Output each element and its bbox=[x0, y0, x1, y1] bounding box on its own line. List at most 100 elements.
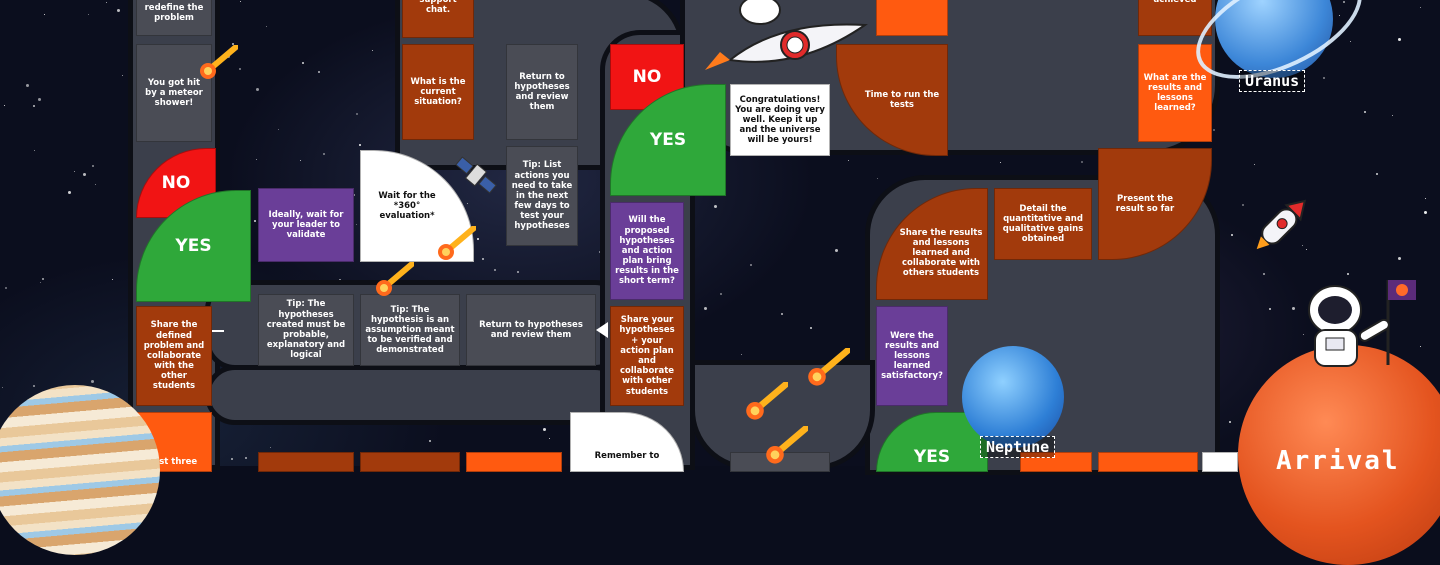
cell-share-hypotheses: Share your hypotheses + your action plan… bbox=[610, 306, 684, 406]
star bbox=[810, 327, 812, 329]
meteor-icon bbox=[376, 262, 414, 296]
meteor-icon bbox=[438, 226, 476, 260]
star bbox=[117, 9, 120, 12]
star bbox=[1398, 38, 1401, 41]
jupiter-planet-icon bbox=[0, 385, 160, 555]
cell-bottom-6 bbox=[1098, 452, 1198, 472]
cell-tip-probable: Tip: The hypotheses created must be prob… bbox=[258, 294, 354, 366]
star bbox=[106, 2, 107, 3]
cell-text: Present the result so far bbox=[1115, 193, 1175, 214]
arrival-label: Arrival bbox=[1276, 446, 1400, 476]
star bbox=[245, 457, 247, 459]
cell-text: Congratulations! You are doing very well… bbox=[735, 94, 825, 146]
star bbox=[239, 68, 241, 70]
cell-text: What are the results and lessons learned… bbox=[1143, 72, 1207, 114]
cell-text: You got hit by a meteor shower! bbox=[145, 77, 203, 109]
star bbox=[1213, 129, 1215, 131]
star bbox=[1263, 273, 1265, 275]
track-bottom-row bbox=[205, 365, 625, 425]
cell-orange-top bbox=[876, 0, 948, 36]
star bbox=[1420, 346, 1421, 347]
cell-text: achieved bbox=[1153, 0, 1197, 5]
cell-text: Will the proposed hypotheses and action … bbox=[615, 215, 679, 287]
cell-share-defined: Share the defined problem and collaborat… bbox=[136, 306, 212, 406]
cell-tip-assumption: Tip: The hypothesis is an assumption mea… bbox=[360, 294, 460, 366]
star bbox=[38, 98, 41, 101]
star bbox=[477, 238, 479, 240]
cell-text: YES bbox=[913, 446, 951, 467]
star bbox=[112, 279, 113, 280]
star bbox=[33, 105, 35, 107]
cell-bottom-3 bbox=[466, 452, 562, 472]
star bbox=[356, 113, 358, 115]
meteor-icon bbox=[746, 382, 788, 420]
cell-text: Detail the quantitative and qualitative … bbox=[1002, 203, 1084, 245]
cell-text: Return to hypotheses and review them bbox=[514, 71, 570, 113]
cell-detail-gains: Detail the quantitative and qualitative … bbox=[994, 188, 1092, 260]
meteor-icon bbox=[200, 45, 238, 79]
cell-text: Tip: The hypothesis is an assumption mea… bbox=[365, 304, 455, 356]
meteor-icon bbox=[808, 348, 850, 386]
uranus-label: Uranus bbox=[1239, 70, 1306, 92]
star bbox=[26, 84, 29, 87]
star bbox=[494, 269, 496, 271]
star bbox=[4, 105, 5, 106]
cell-text: Ideally, wait for your leader to validat… bbox=[268, 209, 344, 241]
cell-bottom-1 bbox=[258, 452, 354, 472]
star bbox=[1420, 7, 1421, 8]
star bbox=[482, 258, 484, 260]
star bbox=[1081, 161, 1083, 163]
star bbox=[1398, 257, 1401, 260]
star bbox=[68, 191, 71, 194]
rocket-top-icon bbox=[705, 0, 868, 70]
star bbox=[300, 160, 301, 161]
star bbox=[1254, 164, 1255, 165]
star bbox=[543, 428, 546, 431]
cell-redefine: redefine the problem bbox=[136, 0, 212, 36]
star bbox=[835, 249, 838, 252]
star bbox=[91, 380, 94, 383]
star bbox=[549, 438, 550, 439]
star bbox=[2, 387, 3, 388]
star bbox=[254, 220, 256, 222]
star bbox=[1392, 115, 1393, 116]
star bbox=[42, 278, 44, 280]
star bbox=[256, 159, 257, 160]
meteor-icon bbox=[766, 426, 808, 464]
star bbox=[1350, 41, 1351, 42]
star bbox=[1424, 211, 1427, 214]
rocket-right-icon bbox=[1256, 199, 1307, 250]
star bbox=[122, 75, 123, 76]
star bbox=[44, 14, 45, 15]
cell-text: Share the results and lessons learned an… bbox=[899, 227, 983, 279]
cell-will-hypotheses: Will the proposed hypotheses and action … bbox=[610, 202, 684, 300]
cell-current-situation: What is the current situation? bbox=[402, 44, 474, 140]
cell-tip-list-actions: Tip: List actions you need to take in th… bbox=[506, 146, 578, 246]
cell-text: Return to hypotheses and review them bbox=[479, 319, 583, 340]
star bbox=[704, 307, 707, 310]
cell-achieved: achieved bbox=[1138, 0, 1212, 36]
cell-were-satisfactory: Were the results and lessons learned sat… bbox=[876, 306, 948, 406]
star bbox=[231, 458, 233, 460]
star bbox=[92, 165, 94, 167]
star bbox=[1000, 162, 1001, 163]
cell-return-review-mid: Return to hypotheses and review them bbox=[466, 294, 596, 366]
cell-bottom-2 bbox=[360, 452, 460, 472]
star bbox=[877, 178, 878, 179]
star bbox=[33, 385, 35, 387]
star bbox=[781, 313, 783, 315]
star bbox=[1425, 198, 1426, 199]
cell-text: YES bbox=[649, 129, 687, 150]
cell-text: Share your hypotheses + your action plan… bbox=[619, 315, 675, 397]
cell-return-review-top: Return to hypotheses and review them bbox=[506, 44, 578, 140]
star bbox=[83, 173, 86, 176]
star bbox=[848, 160, 849, 161]
star bbox=[714, 205, 717, 208]
cell-text: NO bbox=[632, 66, 662, 87]
star bbox=[270, 447, 271, 448]
cell-congrats: Congratulations! You are doing very well… bbox=[730, 84, 830, 156]
cell-bottom-7 bbox=[1202, 452, 1238, 472]
cell-text: Share the defined problem and collaborat… bbox=[143, 320, 205, 392]
star bbox=[356, 224, 357, 225]
star bbox=[1376, 173, 1378, 175]
